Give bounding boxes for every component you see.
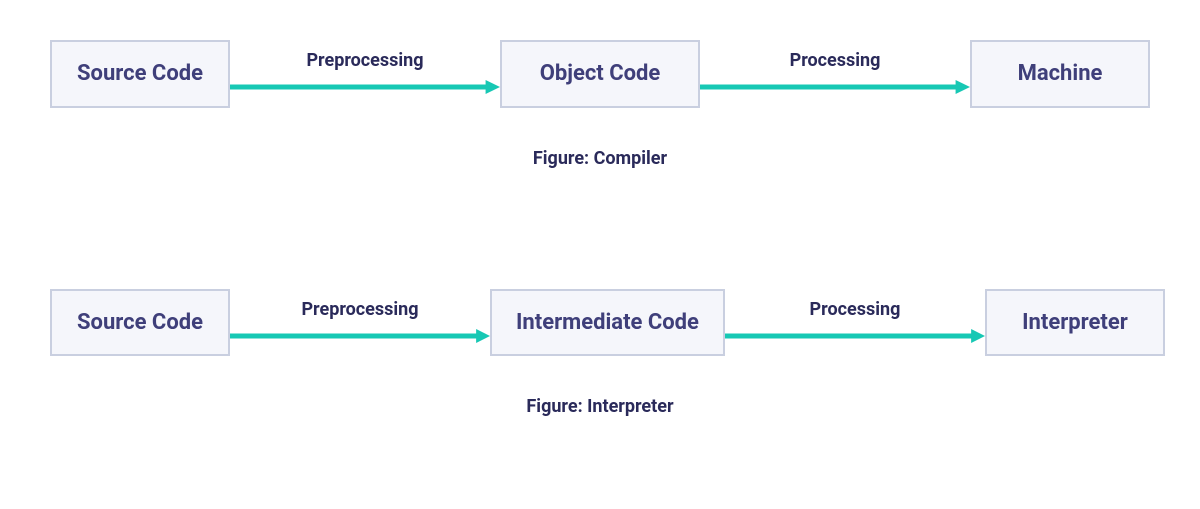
node-label: Interpreter bbox=[1022, 309, 1128, 337]
flow-row: Source Code Preprocessing Object Code Pr… bbox=[50, 40, 1150, 108]
node-label: Intermediate Code bbox=[516, 309, 699, 337]
node-label: Machine bbox=[1018, 60, 1103, 88]
node-interpreter: Interpreter bbox=[985, 289, 1165, 357]
diagram-interpreter: Source Code Preprocessing Intermediate C… bbox=[0, 249, 1200, 438]
section-spacer bbox=[0, 189, 1200, 249]
arrow-label: Processing bbox=[725, 299, 985, 320]
arrow-processing: Processing bbox=[725, 299, 985, 346]
arrow-preprocessing: Preprocessing bbox=[230, 50, 500, 97]
arrow-label: Preprocessing bbox=[230, 299, 490, 320]
diagram-caption: Figure: Compiler bbox=[50, 148, 1150, 169]
arrow-icon bbox=[230, 326, 490, 346]
arrow-processing: Processing bbox=[700, 50, 970, 97]
arrow-icon bbox=[725, 326, 985, 346]
node-intermediate-code: Intermediate Code bbox=[490, 289, 725, 357]
node-source-code: Source Code bbox=[50, 40, 230, 108]
flow-row: Source Code Preprocessing Intermediate C… bbox=[50, 289, 1150, 357]
node-label: Object Code bbox=[540, 60, 661, 88]
diagram-caption: Figure: Interpreter bbox=[50, 396, 1150, 417]
arrow-label: Preprocessing bbox=[230, 50, 500, 71]
arrow-preprocessing: Preprocessing bbox=[230, 299, 490, 346]
diagram-compiler: Source Code Preprocessing Object Code Pr… bbox=[0, 0, 1200, 189]
arrow-icon bbox=[700, 77, 970, 97]
arrow-label: Processing bbox=[700, 50, 970, 71]
node-label: Source Code bbox=[77, 309, 203, 337]
node-machine: Machine bbox=[970, 40, 1150, 108]
arrow-icon bbox=[230, 77, 500, 97]
node-object-code: Object Code bbox=[500, 40, 700, 108]
node-label: Source Code bbox=[77, 60, 203, 88]
node-source-code: Source Code bbox=[50, 289, 230, 357]
